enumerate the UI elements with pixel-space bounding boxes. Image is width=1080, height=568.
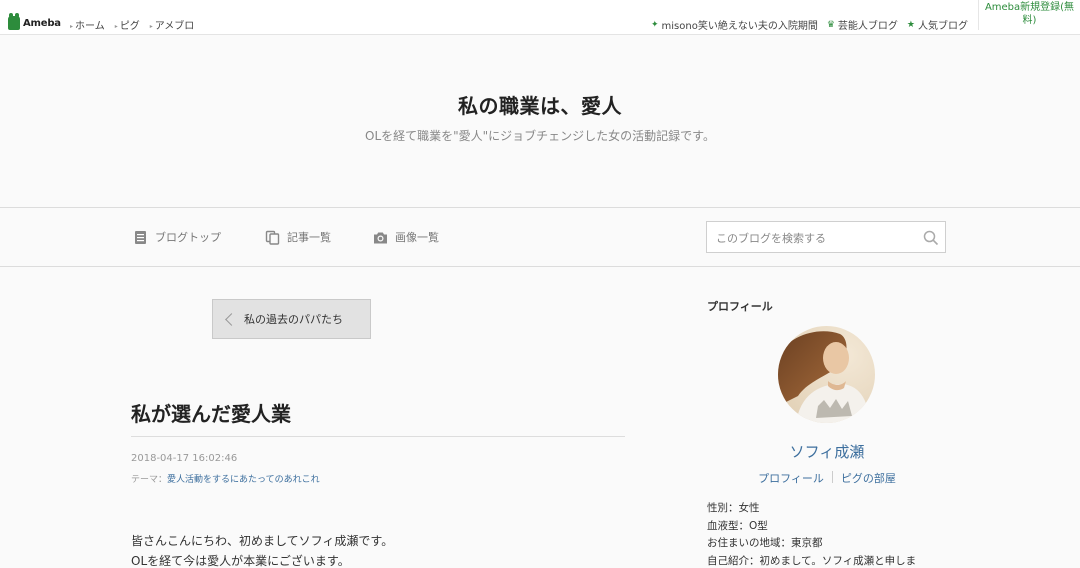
ameba-logo[interactable]: Ameba xyxy=(8,13,61,31)
topbar-news-link[interactable]: ✦ misono笑い絶えない夫の入院期間 xyxy=(650,17,818,33)
topnav-ameblo-link[interactable]: アメブロ xyxy=(150,17,195,32)
topbar-popular-blog-link[interactable]: ★ 人気ブログ xyxy=(906,17,968,33)
profile-introduction: 自己紹介：初めまして。ソフィ成瀬と申しま xyxy=(707,554,917,567)
blog-header: 私の職業は、愛人 OLを経て職業を"愛人"にジョブチェンジした女の活動記録です。 xyxy=(0,35,1080,208)
sparkle-icon: ✦ xyxy=(650,19,659,30)
profile-name[interactable]: ソフィ成瀬 xyxy=(707,441,947,462)
profile-blood-type: 血液型：O型 xyxy=(707,519,768,532)
article-list-link[interactable]: 記事一覧 xyxy=(265,229,331,245)
pigg-room-link[interactable]: ピグの部屋 xyxy=(833,470,904,486)
blog-top-label: ブログトップ xyxy=(155,231,221,244)
previous-article-button[interactable]: 私の過去のパパたち xyxy=(212,299,371,339)
article-body-line: OLを経て今は愛人が本業にございます。 xyxy=(131,554,350,568)
blog-description: OLを経て職業を"愛人"にジョブチェンジした女の活動記録です。 xyxy=(365,129,715,143)
article-body: 皆さんこんにちわ、初めましてソフィ成瀬です。 OLを経て今は愛人が本業にございま… xyxy=(131,531,393,568)
crown-icon: ♛ xyxy=(826,19,835,30)
topbar-celebrity-blog-link[interactable]: ♛ 芸能人ブログ xyxy=(826,17,898,33)
profile-links: プロフィール ピグの部屋 xyxy=(707,470,947,486)
profile-link[interactable]: プロフィール xyxy=(750,470,832,486)
image-list-label: 画像一覧 xyxy=(395,231,439,244)
blog-search-box xyxy=(706,221,946,253)
profile-info: 性別：女性 血液型：O型 お住まいの地域：東京都 自己紹介：初めまして。ソフィ成… xyxy=(707,500,916,568)
star-icon: ★ xyxy=(906,19,915,30)
topbar-right-links: ✦ misono笑い絶えない夫の入院期間 ♛ 芸能人ブログ ★ 人気ブログ xyxy=(650,17,968,33)
topbar-news-label: misono笑い絶えない夫の入院期間 xyxy=(661,21,818,32)
ameba-topbar: Ameba ホーム ピグ アメブロ ✦ misono笑い絶えない夫の入院期間 ♛… xyxy=(0,0,1080,35)
article-body-line: 皆さんこんにちわ、初めましてソフィ成瀬です。 xyxy=(131,534,394,548)
article-theme-prefix: テーマ： xyxy=(131,475,168,485)
document-icon xyxy=(135,230,146,244)
article-date: 2018-04-17 16:02:46 xyxy=(131,453,238,464)
profile-gender: 性別：女性 xyxy=(707,502,760,514)
search-icon[interactable] xyxy=(923,230,939,246)
avatar[interactable] xyxy=(778,326,875,423)
sidebar-profile-heading: プロフィール xyxy=(707,300,773,313)
register-label-line2: 料) xyxy=(1022,15,1037,26)
blog-top-link[interactable]: ブログトップ xyxy=(133,229,221,245)
camera-icon xyxy=(374,232,387,243)
article-title[interactable]: 私が選んだ愛人業 xyxy=(131,398,291,427)
topbar-celebrity-label: 芸能人ブログ xyxy=(837,21,898,32)
blog-search-input[interactable] xyxy=(716,230,916,246)
article-theme-link[interactable]: 愛人活動をするにあたってのあれこれ xyxy=(167,475,320,485)
topbar-nav: ホーム ピグ アメブロ xyxy=(70,17,194,32)
ameba-logo-text: Ameba xyxy=(23,17,61,29)
avatar-photo xyxy=(778,326,875,423)
article-theme: テーマ：愛人活動をするにあたってのあれこれ xyxy=(131,472,320,485)
profile-region: お住まいの地域：東京都 xyxy=(707,537,823,549)
blog-title[interactable]: 私の職業は、愛人 xyxy=(0,90,1080,119)
register-label-line1: Ameba新規登録(無 xyxy=(984,2,1075,13)
article-list-label: 記事一覧 xyxy=(287,231,331,244)
blog-nav: ブログトップ 記事一覧 画像一覧 xyxy=(0,207,1080,267)
previous-article-label: 私の過去のパパたち xyxy=(244,313,343,326)
article-divider xyxy=(131,436,625,437)
topbar-popular-label: 人気ブログ xyxy=(918,21,968,32)
topnav-home-link[interactable]: ホーム xyxy=(70,17,105,32)
topnav-pigg-link[interactable]: ピグ xyxy=(115,17,140,32)
ameba-logo-icon xyxy=(8,13,20,30)
chevron-left-icon xyxy=(225,312,238,326)
copy-icon xyxy=(265,230,280,245)
register-button[interactable]: Ameba新規登録(無 料) xyxy=(978,0,1080,30)
image-list-link[interactable]: 画像一覧 xyxy=(373,229,439,245)
